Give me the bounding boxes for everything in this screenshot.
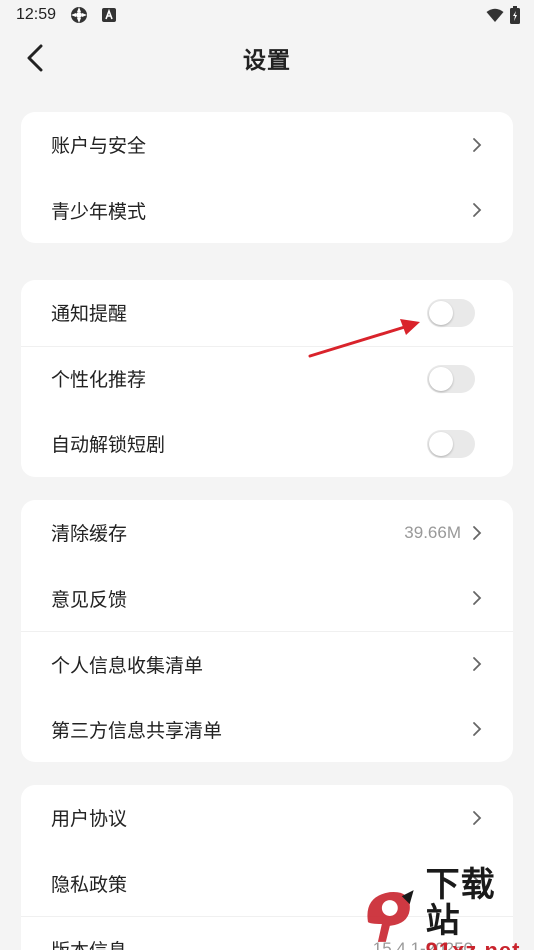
cache-size-value: 39.66M (404, 522, 461, 542)
account-card: 账户与安全 青少年模式 (21, 112, 513, 243)
feedback-row[interactable]: 意见反馈 (21, 566, 513, 632)
row-label: 用户协议 (51, 808, 128, 831)
notification-toggle[interactable] (427, 298, 475, 327)
wifi-icon (486, 8, 504, 23)
chevron-right-icon (471, 655, 483, 673)
toggle-knob (429, 300, 453, 325)
chevron-right-icon (471, 809, 483, 827)
chevron-right-icon (471, 589, 483, 607)
watermark-logo-icon (367, 890, 414, 942)
status-time: 12:59 (16, 6, 57, 23)
watermark-main: 下载站 (425, 865, 496, 941)
clear-cache-row[interactable]: 清除缓存 39.66M (21, 500, 513, 566)
toggles-card: 通知提醒 个性化推荐 自动解锁短剧 (21, 280, 513, 477)
personalized-recommend-toggle[interactable] (427, 364, 475, 393)
row-label: 版本信息 (51, 936, 373, 950)
row-label: 清除缓存 (51, 523, 128, 546)
row-label: 个性化推荐 (51, 369, 147, 392)
status-bar: 12:59 (0, 0, 534, 30)
watermark-sub: 91xz.net (426, 939, 530, 950)
watermark-text: 下载站 91xz.net (426, 867, 530, 950)
row-label: 第三方信息共享清单 (51, 719, 223, 742)
site-watermark: 下载站 91xz.net (360, 867, 530, 950)
row-label: 账户与安全 (51, 135, 147, 158)
personal-info-list-row[interactable]: 个人信息收集清单 (21, 631, 513, 697)
chevron-right-icon (471, 201, 483, 219)
auto-unlock-drama-toggle[interactable] (427, 429, 475, 458)
third-party-sharing-row[interactable]: 第三方信息共享清单 (21, 697, 513, 763)
row-label: 意见反馈 (51, 588, 128, 611)
chevron-right-icon (471, 136, 483, 154)
row-label: 自动解锁短剧 (51, 434, 166, 457)
auto-unlock-drama-row: 自动解锁短剧 (21, 411, 513, 477)
toggle-knob (429, 431, 453, 456)
notification-row: 通知提醒 (21, 280, 513, 346)
chevron-right-icon (471, 720, 483, 738)
teen-mode-row[interactable]: 青少年模式 (21, 178, 513, 244)
row-label: 通知提醒 (51, 303, 128, 326)
row-label: 个人信息收集清单 (51, 654, 204, 677)
nav-bar: 设置 (0, 30, 534, 86)
back-button[interactable] (20, 42, 50, 74)
chevron-right-icon (471, 524, 483, 542)
personalized-recommend-row: 个性化推荐 (21, 345, 513, 412)
account-security-row[interactable]: 账户与安全 (21, 112, 513, 178)
chevron-left-icon (27, 44, 43, 72)
misc-card: 清除缓存 39.66M 意见反馈 个人信息收集清单 第三方信息共享清单 (21, 500, 513, 762)
user-agreement-row[interactable]: 用户协议 (21, 785, 513, 851)
page-title: 设置 (243, 48, 291, 74)
app-notification-icon (70, 6, 88, 24)
keyboard-a-icon (102, 8, 117, 22)
battery-icon (510, 6, 520, 24)
row-label: 青少年模式 (51, 200, 147, 223)
toggle-knob (429, 366, 453, 391)
